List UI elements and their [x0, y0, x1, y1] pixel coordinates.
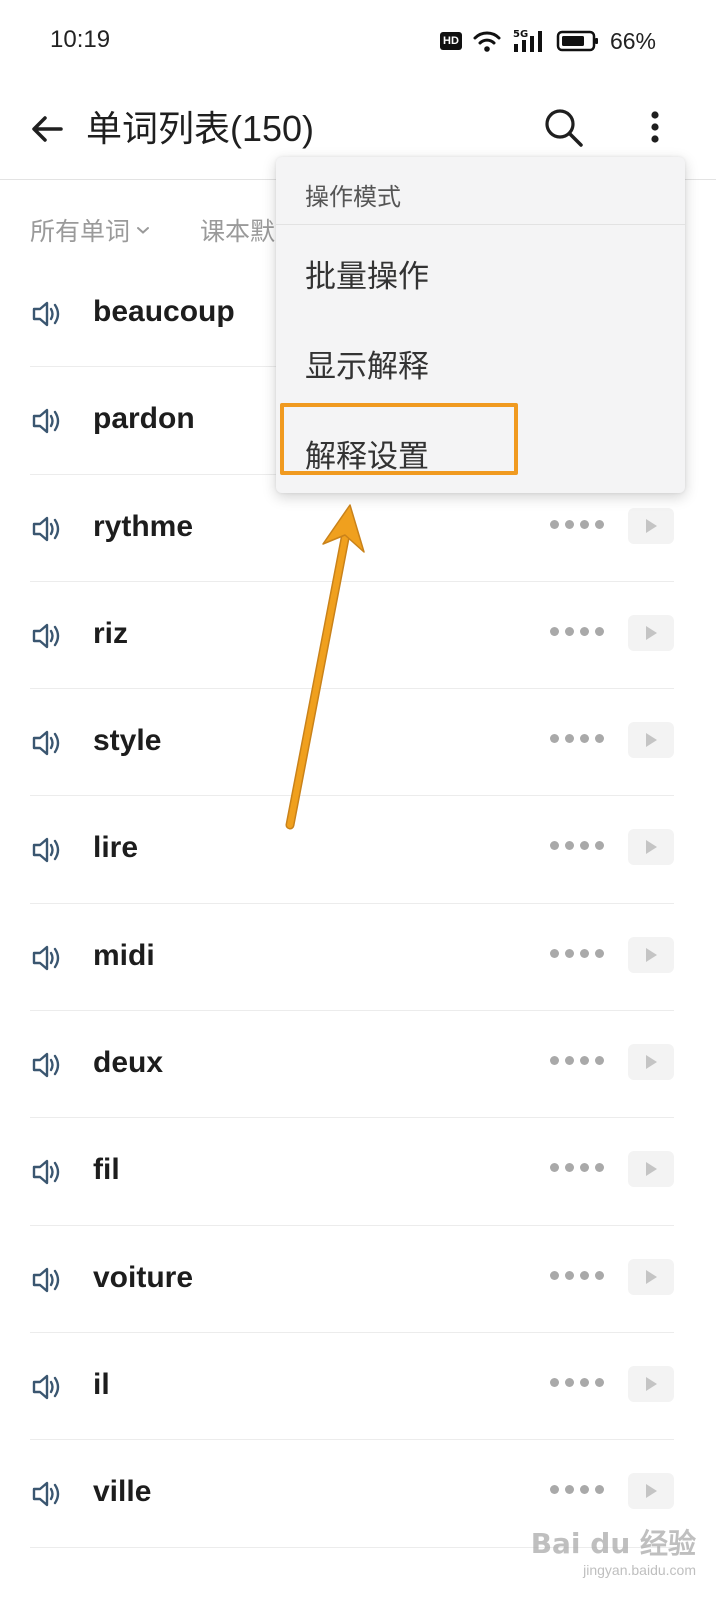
speaker-icon[interactable] — [30, 834, 62, 866]
list-item[interactable]: riz — [0, 582, 716, 690]
battery-percent: 66% — [609, 27, 656, 54]
meaning-dots — [550, 626, 604, 636]
play-icon — [646, 1055, 657, 1070]
speaker-icon[interactable] — [30, 298, 62, 330]
speaker-icon[interactable] — [30, 405, 62, 437]
word-text: voiture — [93, 1260, 194, 1294]
status-bar: 10:19 HD 5G 66% — [0, 0, 716, 80]
search-button[interactable] — [538, 102, 588, 152]
signal-5g-icon: 5G — [513, 29, 542, 52]
word-text: style — [93, 724, 162, 758]
menu-item-label: 显示解释 — [305, 349, 429, 384]
word-text: midi — [93, 938, 155, 972]
play-button[interactable] — [628, 1365, 674, 1402]
svg-text:5G: 5G — [513, 29, 528, 40]
speaker-icon[interactable] — [30, 1049, 62, 1081]
speaker-icon[interactable] — [30, 513, 62, 545]
meaning-dots — [550, 1485, 604, 1495]
speaker-icon[interactable] — [30, 942, 62, 974]
back-button[interactable] — [22, 104, 72, 154]
chevron-down-icon — [137, 227, 150, 234]
filter-all-words[interactable]: 所有单词 — [30, 212, 150, 248]
meaning-dots — [550, 1163, 604, 1173]
menu-item-label: 批量操作 — [305, 259, 429, 294]
status-icons: HD 5G 66% — [439, 26, 656, 56]
menu-header: 操作模式 — [276, 157, 685, 225]
play-button[interactable] — [628, 1151, 674, 1188]
list-item[interactable]: midi — [0, 904, 716, 1012]
word-text: fil — [93, 1153, 120, 1187]
play-icon — [646, 840, 657, 855]
menu-item-label: 解释设置 — [305, 439, 429, 474]
play-icon — [646, 733, 657, 748]
word-text: beaucoup — [93, 295, 235, 328]
word-text: deux — [93, 1046, 164, 1080]
play-icon — [646, 1162, 657, 1177]
more-vertical-icon — [651, 111, 659, 143]
watermark-url: jingyan.baidu.com — [583, 1562, 696, 1578]
word-text: lire — [93, 831, 139, 865]
list-item[interactable]: fil — [0, 1118, 716, 1226]
menu-item-batch-operation[interactable]: 批量操作 — [276, 225, 685, 315]
list-item[interactable]: deux — [0, 1011, 716, 1119]
play-icon — [646, 625, 657, 640]
battery-icon — [556, 30, 598, 52]
hd-badge: HD — [439, 32, 462, 50]
status-time: 10:19 — [50, 26, 111, 53]
overflow-menu: 操作模式 批量操作 显示解释 解释设置 — [276, 157, 685, 493]
play-button[interactable] — [628, 936, 674, 973]
speaker-icon[interactable] — [30, 1371, 62, 1403]
meaning-dots — [550, 948, 604, 958]
list-item[interactable]: il — [0, 1333, 716, 1441]
speaker-icon[interactable] — [30, 620, 62, 652]
list-item[interactable]: voiture — [0, 1226, 716, 1333]
speaker-icon[interactable] — [30, 1156, 62, 1188]
meaning-dots — [550, 519, 604, 529]
play-button[interactable] — [628, 829, 674, 866]
meaning-dots — [550, 1056, 604, 1066]
word-text: pardon — [93, 402, 195, 436]
watermark: Bai du 经验 jingyan.baidu.com — [531, 1522, 696, 1578]
list-item[interactable]: style — [0, 689, 716, 797]
menu-item-show-explanation[interactable]: 显示解释 — [276, 315, 685, 405]
meaning-dots — [550, 1377, 604, 1387]
watermark-logo: Bai du 经验 — [530, 1527, 696, 1560]
word-text: rythme — [93, 509, 194, 543]
filter-textbook-order[interactable]: 课本默 — [200, 212, 275, 248]
play-button[interactable] — [628, 722, 674, 759]
filter-textbook-order-label: 课本默 — [200, 218, 276, 246]
back-arrow-icon — [32, 116, 63, 142]
meaning-dots — [550, 734, 604, 744]
play-icon — [646, 1376, 657, 1391]
meaning-dots — [550, 1270, 604, 1280]
speaker-icon[interactable] — [30, 727, 62, 759]
play-icon — [646, 1484, 657, 1499]
meaning-dots — [550, 841, 604, 851]
wifi-icon — [473, 31, 501, 52]
search-icon — [545, 109, 583, 147]
menu-item-explanation-settings[interactable]: 解释设置 — [276, 403, 685, 495]
speaker-icon[interactable] — [30, 1478, 62, 1510]
play-button[interactable] — [628, 1258, 674, 1295]
page-title: 单词列表(150) — [86, 108, 315, 149]
play-button[interactable] — [628, 614, 674, 651]
play-icon — [646, 518, 657, 533]
menu-header-label: 操作模式 — [305, 184, 401, 211]
play-button[interactable] — [628, 1044, 674, 1081]
word-text: ville — [93, 1475, 152, 1509]
more-options-button[interactable] — [640, 102, 670, 152]
list-item[interactable]: lire — [0, 796, 716, 904]
speaker-icon[interactable] — [30, 1264, 62, 1296]
word-text: riz — [93, 616, 129, 650]
play-icon — [646, 947, 657, 962]
play-icon — [646, 1269, 657, 1284]
play-button[interactable] — [628, 507, 674, 544]
play-button[interactable] — [628, 1473, 674, 1510]
word-text: il — [93, 1367, 110, 1401]
filter-all-words-label: 所有单词 — [30, 218, 131, 246]
